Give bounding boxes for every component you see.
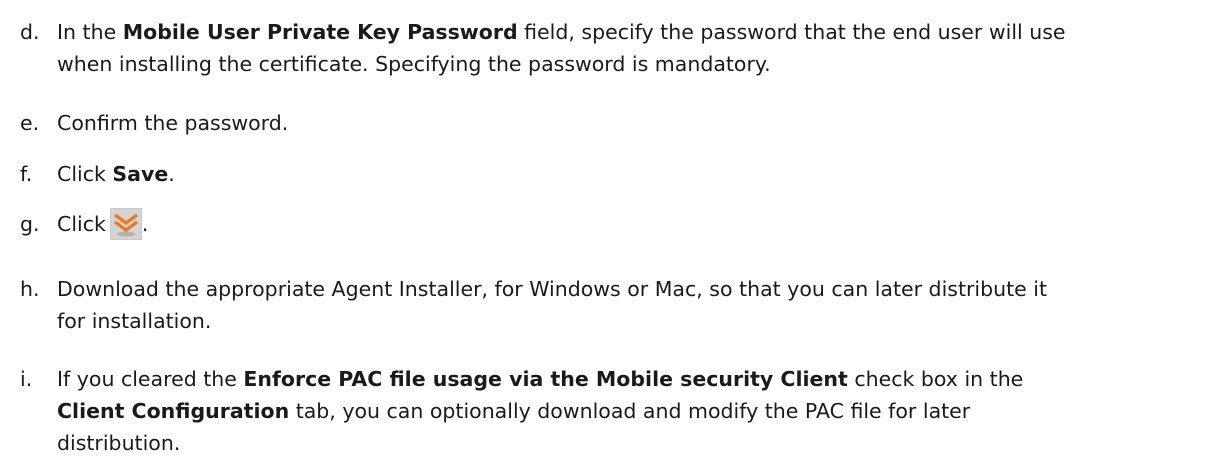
step-i-line-1: If you cleared the Enforce PAC file usag…	[57, 363, 1209, 395]
step-i-line-2: Client Configuration tab, you can option…	[57, 395, 1209, 427]
step-e-letter: e.	[20, 111, 40, 135]
step-i-text: If you cleared the Enforce PAC file usag…	[57, 363, 1209, 459]
step-i-letter: i.	[20, 367, 33, 391]
step-h-text: Download the appropriate Agent Installer…	[57, 273, 1209, 337]
step-d-text-c: field, specify the password that the end…	[517, 20, 1066, 44]
step-i-line-3: distribution.	[57, 431, 181, 455]
download-chevron-icon	[109, 208, 142, 240]
step-d-text: In the Mobile User Private Key Password …	[57, 16, 1209, 80]
field-name-private-key-password: Mobile User Private Key Password	[122, 20, 518, 44]
document-page: d. In the Mobile User Private Key Passwo…	[0, 0, 1214, 469]
step-g-text-a: Click	[57, 212, 106, 236]
step-h-line-1: Download the appropriate Agent Installer…	[57, 277, 1048, 301]
step-d-letter: d.	[20, 20, 40, 44]
step-i-text-d: tab, you can optionally download and mod…	[289, 399, 971, 423]
step-f-letter: f.	[20, 162, 33, 186]
step-g-letter: g.	[20, 212, 40, 236]
checkbox-name-enforce-pac: Enforce PAC file usage via the Mobile se…	[243, 367, 848, 391]
step-d-line-1: In the Mobile User Private Key Password …	[57, 16, 1209, 48]
step-f-text-a: Click	[57, 162, 113, 186]
step-h-letter: h.	[20, 277, 40, 301]
step-g-text: Click .	[57, 208, 1209, 240]
step-d-line-2: when installing the certificate. Specify…	[57, 52, 771, 76]
step-d-text-a: In the	[57, 20, 123, 44]
step-i-text-c: check box in the	[847, 367, 1024, 391]
step-f-text-c: .	[168, 162, 175, 186]
step-e-text: Confirm the password.	[57, 111, 289, 135]
step-h-line-2: for installation.	[57, 309, 212, 333]
step-f-text: Click Save.	[57, 158, 1209, 190]
step-g-text-c: .	[141, 212, 149, 236]
step-i-text-a: If you cleared the	[57, 367, 244, 391]
save-label: Save	[112, 162, 169, 186]
tab-name-client-configuration: Client Configuration	[57, 399, 290, 423]
